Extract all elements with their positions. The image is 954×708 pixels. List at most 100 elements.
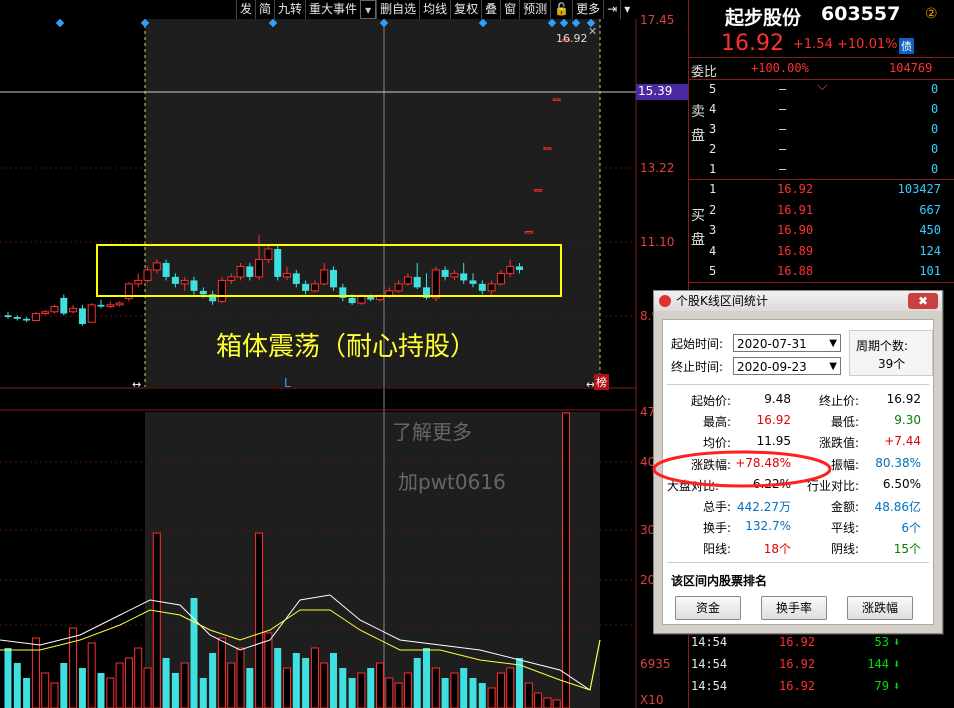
kline-chart[interactable]	[0, 19, 688, 708]
stat-value: 15个	[893, 542, 921, 557]
volume-unit-label: X10	[640, 693, 664, 707]
stat-value: +7.44	[884, 434, 921, 449]
level: 1	[709, 162, 717, 176]
tick-volume: 144	[867, 657, 889, 671]
toolbar-item[interactable]: 删自选	[376, 0, 419, 19]
price-axis-label: 17.45	[640, 13, 675, 27]
period-count-box: 周期个数: 39个	[849, 330, 933, 376]
price: –	[779, 102, 787, 116]
price: –	[779, 82, 787, 96]
high-price-label: 16.92	[556, 32, 588, 45]
level: 4	[709, 243, 717, 258]
tick-row: 14:54 16.92 79 ⬇	[689, 676, 954, 697]
down-arrow-icon: ⬇	[893, 657, 901, 671]
volume: 0	[931, 82, 939, 96]
volume: 0	[931, 122, 939, 136]
stat-label: 金额:	[830, 500, 859, 514]
level: 3	[709, 122, 717, 136]
price-axis-label: 11.10	[640, 235, 675, 249]
weibi-label: 委比	[691, 65, 718, 80]
price-axis-label: 13.22	[640, 161, 675, 175]
stat-label: 阳线:	[702, 542, 731, 557]
level: 3	[709, 223, 717, 237]
volume: 450	[919, 223, 941, 237]
stat-value: 80.38%	[875, 455, 921, 470]
toolbar-item[interactable]: 发	[236, 0, 255, 19]
start-date-select[interactable]: 2020-07-31 ▼	[733, 334, 841, 352]
sell-level-row[interactable]: 5 – 0	[689, 79, 954, 100]
stock-badge[interactable]: ②	[925, 6, 938, 22]
tick-volume: 53	[874, 635, 889, 649]
toolbar-item[interactable]: 预测	[519, 0, 550, 19]
stat-label: 阴线:	[830, 542, 859, 557]
level: 4	[709, 102, 717, 116]
lock-icon[interactable]: 🔓	[550, 0, 572, 19]
volume: 0	[931, 162, 939, 176]
rank-capital-button[interactable]: 资金	[675, 596, 741, 620]
price: 16.92	[777, 182, 814, 196]
close-button[interactable]: ✖	[908, 293, 938, 309]
toolbar-item[interactable]: 简	[255, 0, 274, 19]
toolbar-item[interactable]: 九转	[274, 0, 305, 19]
dialog-titlebar[interactable]: 个股K线区间统计 ✖	[654, 291, 942, 311]
chevron-down-icon[interactable]: ▼	[829, 358, 837, 376]
current-price-label: 15.39	[636, 84, 688, 100]
tick-time: 14:54	[691, 635, 728, 649]
drag-handle-left[interactable]: ↔	[132, 378, 141, 391]
stat-value: 48.86亿	[874, 500, 921, 514]
rank-title: 该区间内股票排名	[671, 574, 768, 588]
stat-value: 16.92	[756, 413, 791, 428]
volume: 124	[919, 243, 941, 258]
rank-change-button[interactable]: 涨跌幅	[847, 596, 913, 620]
level: 1	[709, 182, 717, 196]
toolbar-dropdown-icon[interactable]: ▾	[360, 0, 377, 19]
toolbar-item[interactable]: 更多	[572, 0, 603, 19]
chevron-down-icon[interactable]: ▾	[620, 0, 633, 19]
period-count-label: 周期个数:	[856, 339, 909, 353]
bond-tag[interactable]: 债	[899, 38, 914, 54]
buy-level-row[interactable]: 4 16.89 124	[689, 241, 954, 262]
buy-level-row[interactable]: 5 16.88 101	[689, 261, 954, 282]
stat-value: 6个	[901, 521, 921, 536]
rank-badge[interactable]: 榜	[594, 374, 609, 390]
stat-value: 9.30	[894, 413, 921, 428]
stock-code: 603557	[821, 3, 901, 25]
volume: 0	[931, 142, 939, 156]
sell-level-row[interactable]: 4 – 0	[689, 99, 954, 120]
level: 5	[709, 264, 717, 278]
end-date-select[interactable]: 2020-09-23 ▼	[733, 357, 841, 375]
price: 16.91	[777, 202, 814, 217]
weibi-row: 委比 +100.00% 104769	[689, 58, 954, 80]
price: –	[779, 142, 787, 156]
volume: 0	[931, 102, 939, 116]
toolbar-item[interactable]: 复权	[450, 0, 481, 19]
toolbar-item[interactable]: 叠	[481, 0, 500, 19]
sell-level-row[interactable]: 3 – 0	[689, 119, 954, 140]
volume-axis-label: 6935	[640, 657, 671, 671]
watermark-learn-more[interactable]: 了解更多	[392, 416, 472, 445]
volume: 101	[919, 264, 941, 278]
sell-level-row[interactable]: 1 – 0	[689, 159, 954, 180]
pin-icon[interactable]: ⇥	[603, 0, 620, 19]
chevron-down-icon[interactable]: ▼	[829, 335, 837, 353]
box-caption: 箱体震荡（耐心持股）	[216, 332, 477, 362]
price: 16.90	[777, 223, 814, 237]
volume: 103427	[897, 182, 941, 196]
stat-label: 换手:	[702, 521, 731, 536]
buy-level-row[interactable]: 2 16.91 667	[689, 200, 954, 221]
toolbar-item[interactable]: 均线	[419, 0, 450, 19]
sell-level-row[interactable]: 2 – 0	[689, 139, 954, 160]
close-icon[interactable]: ✕	[588, 25, 597, 38]
tick-volume: 79	[874, 679, 889, 693]
rank-turnover-button[interactable]: 换手率	[761, 596, 827, 620]
toolbar-item[interactable]: 重大事件	[305, 0, 360, 19]
price: –	[779, 162, 787, 176]
buy-level-row[interactable]: 3 16.90 450	[689, 220, 954, 241]
buy-level-row[interactable]: 1 16.92 103427	[689, 179, 954, 200]
price: –	[779, 122, 787, 136]
tick-row: 14:54 16.92 144 ⬇	[689, 654, 954, 675]
tick-row: 14:54 16.92 53 ⬇	[689, 632, 954, 653]
stat-value: 132.7%	[745, 519, 791, 534]
toolbar-item[interactable]: 窗	[500, 0, 519, 19]
tick-price: 16.92	[779, 679, 816, 693]
